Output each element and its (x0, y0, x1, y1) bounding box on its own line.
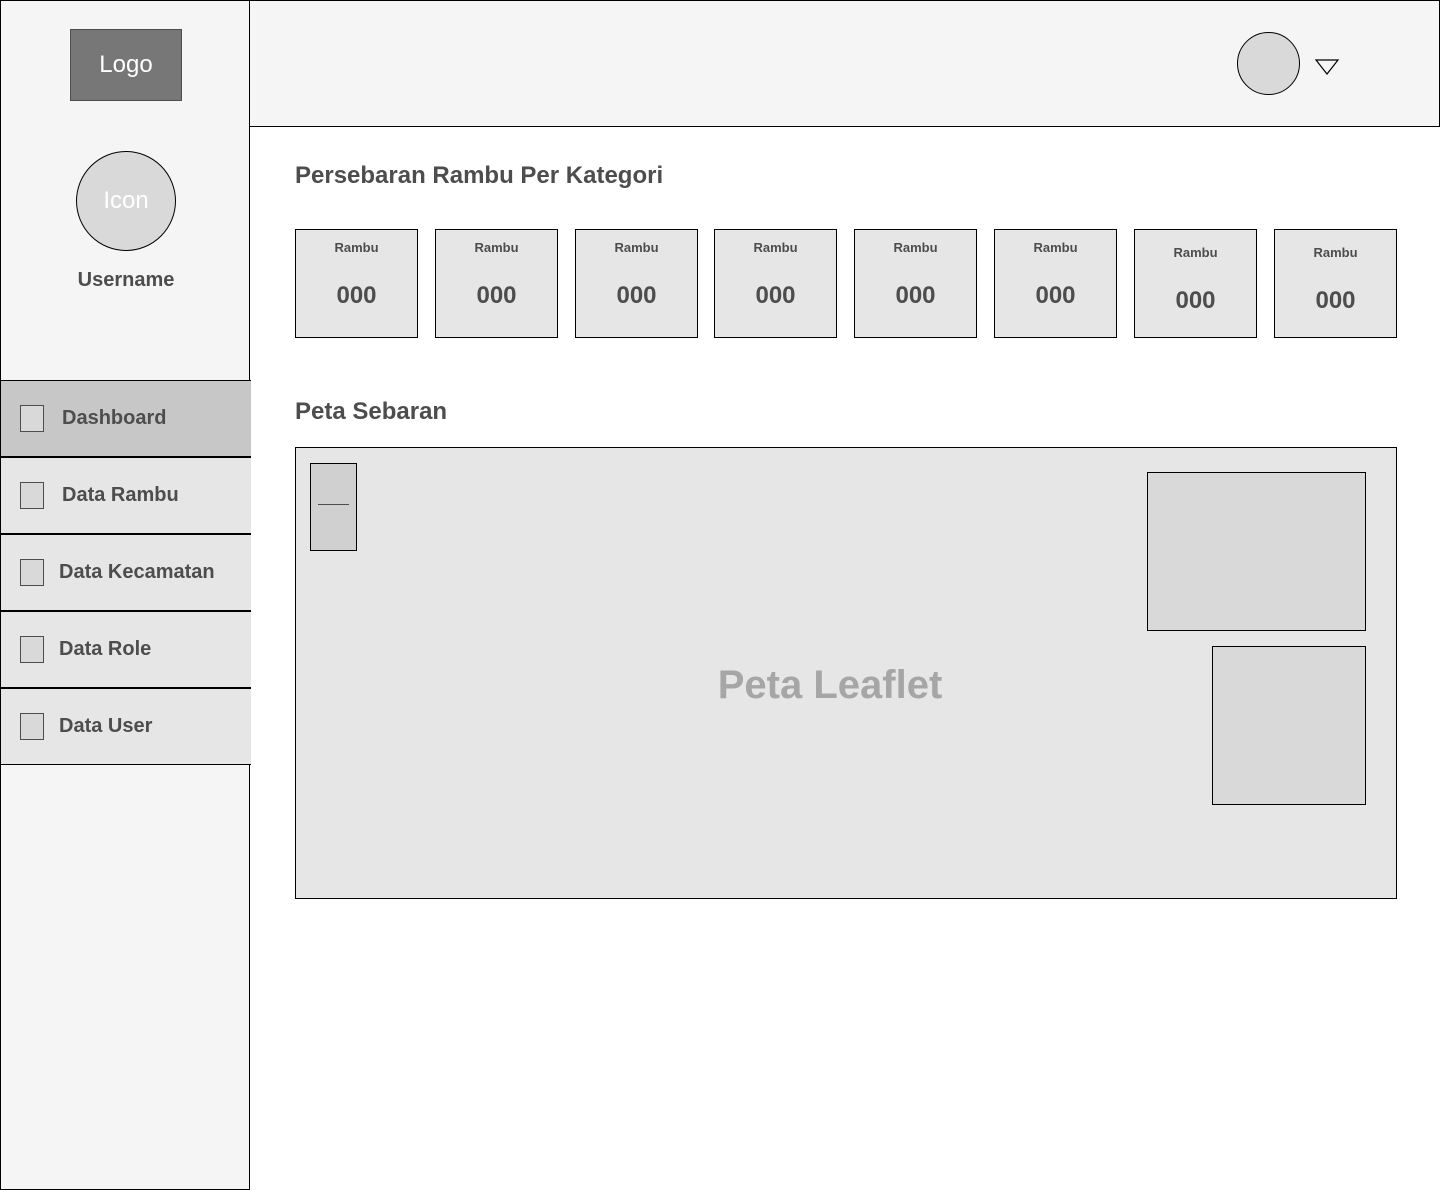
category-card[interactable]: Rambu 000 (295, 229, 418, 338)
sidebar-item-data-user[interactable]: Data User (1, 688, 251, 765)
profile-avatar: Icon (76, 151, 176, 251)
data-rambu-icon (20, 482, 44, 509)
category-card[interactable]: Rambu 000 (854, 229, 977, 338)
category-card[interactable]: Rambu 000 (435, 229, 558, 338)
zoom-divider (318, 504, 349, 505)
user-avatar-icon[interactable] (1237, 32, 1300, 95)
map-layer-panel[interactable] (1147, 472, 1366, 631)
card-label: Rambu (474, 240, 519, 255)
dashboard-icon (20, 405, 44, 432)
top-bar (249, 0, 1440, 127)
sidebar-item-dashboard[interactable]: Dashboard (1, 380, 251, 457)
card-value: 000 (1035, 282, 1076, 309)
category-card[interactable]: Rambu 000 (994, 229, 1117, 338)
card-label: Rambu (753, 240, 798, 255)
card-value: 000 (616, 282, 657, 309)
card-value: 000 (755, 282, 796, 309)
card-label: Rambu (614, 240, 659, 255)
sidebar-item-label: Data Kecamatan (59, 561, 215, 583)
sidebar-item-label: Data User (59, 715, 153, 737)
category-card[interactable]: Rambu 000 (1274, 229, 1397, 338)
card-label: Rambu (893, 240, 938, 255)
sidebar-item-data-role[interactable]: Data Role (1, 611, 251, 688)
zoom-control[interactable] (310, 463, 357, 551)
card-label: Rambu (1313, 245, 1358, 260)
category-section-title: Persebaran Rambu Per Kategori (295, 162, 664, 189)
username-label: Username (77, 269, 175, 291)
data-kecamatan-icon (20, 559, 44, 586)
card-label: Rambu (1173, 245, 1218, 260)
sidebar: Logo Icon Username Dashboard Data Rambu … (0, 0, 251, 1190)
category-card[interactable]: Rambu 000 (1134, 229, 1257, 338)
logo[interactable]: Logo (70, 29, 182, 101)
card-value: 000 (476, 282, 517, 309)
card-label: Rambu (334, 240, 379, 255)
category-card[interactable]: Rambu 000 (714, 229, 837, 338)
card-value: 000 (895, 282, 936, 309)
data-user-icon (20, 713, 44, 740)
data-role-icon (20, 636, 44, 663)
sidebar-item-data-rambu[interactable]: Data Rambu (1, 457, 251, 534)
sidebar-item-label: Dashboard (62, 407, 167, 429)
category-card[interactable]: Rambu 000 (575, 229, 698, 338)
card-value: 000 (336, 282, 377, 309)
sidebar-item-label: Data Rambu (62, 484, 179, 506)
card-label: Rambu (1033, 240, 1078, 255)
card-value: 000 (1175, 287, 1216, 314)
map-placeholder-label: Peta Leaflet (717, 663, 943, 707)
map-container[interactable]: Peta Leaflet (295, 447, 1397, 899)
sidebar-item-data-kecamatan[interactable]: Data Kecamatan (1, 534, 251, 611)
sidebar-item-label: Data Role (59, 638, 152, 660)
map-section-title: Peta Sebaran (295, 398, 448, 425)
card-value: 000 (1315, 287, 1356, 314)
chevron-down-icon[interactable] (1314, 57, 1340, 77)
